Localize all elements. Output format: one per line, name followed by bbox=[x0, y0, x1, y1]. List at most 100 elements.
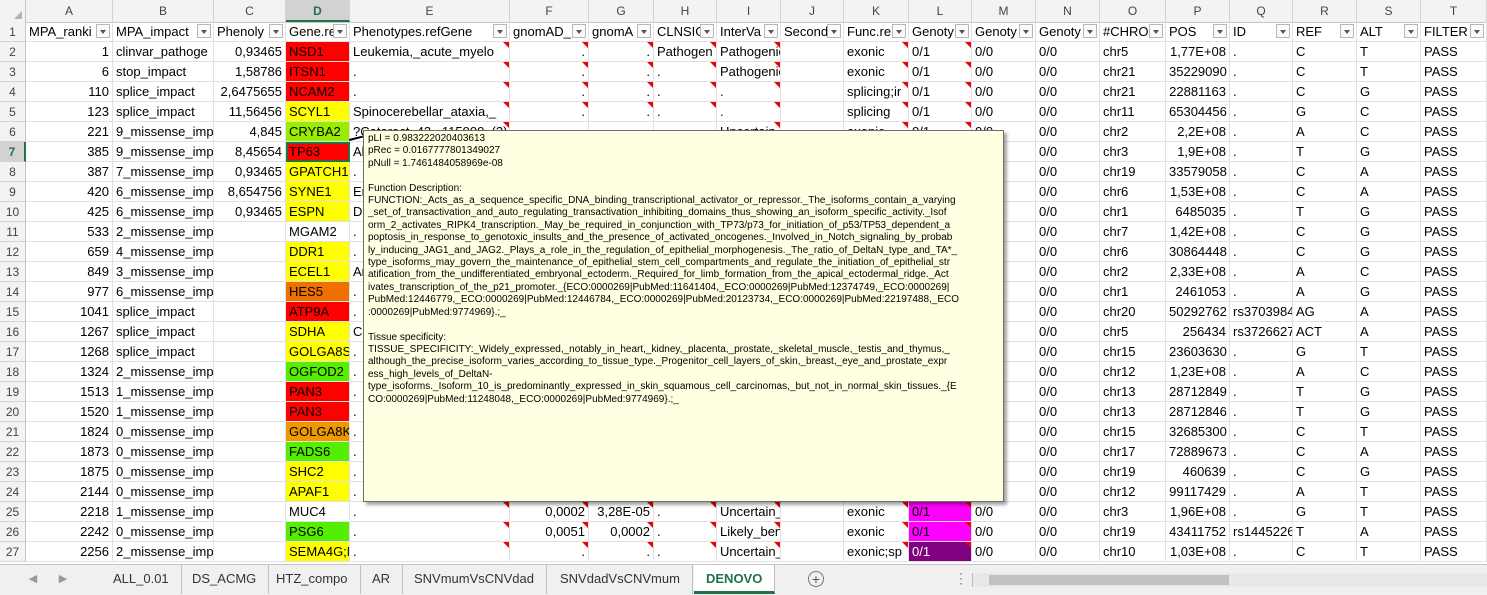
cell-b6[interactable]: 9_missense_imp bbox=[113, 122, 214, 142]
cell-n4[interactable]: 0/0 bbox=[1036, 82, 1100, 102]
cell-r11[interactable]: C bbox=[1293, 222, 1357, 242]
row-number-21[interactable]: 21 bbox=[0, 422, 26, 442]
cell-d7[interactable]: TP63 bbox=[286, 142, 350, 162]
cell-q19[interactable]: . bbox=[1230, 382, 1293, 402]
row-number-11[interactable]: 11 bbox=[0, 222, 26, 242]
cell-s19[interactable]: G bbox=[1357, 382, 1421, 402]
column-header-e[interactable]: E bbox=[350, 0, 510, 22]
cell-o26[interactable]: chr19 bbox=[1100, 522, 1166, 542]
cell-d22[interactable]: FADS6 bbox=[286, 442, 350, 462]
cell-a8[interactable]: 387 bbox=[26, 162, 113, 182]
sheet-tab-snvdadvscnvmum[interactable]: SNVdadVsCNVmum bbox=[548, 565, 693, 594]
cell-n27[interactable]: 0/0 bbox=[1036, 542, 1100, 562]
column-header-q[interactable]: Q bbox=[1230, 0, 1293, 22]
cell-o3[interactable]: chr21 bbox=[1100, 62, 1166, 82]
cell-r14[interactable]: A bbox=[1293, 282, 1357, 302]
cell-j2[interactable] bbox=[781, 42, 844, 62]
cell-p7[interactable]: 1,9E+08 bbox=[1166, 142, 1230, 162]
cell-p11[interactable]: 1,42E+08 bbox=[1166, 222, 1230, 242]
cell-n22[interactable]: 0/0 bbox=[1036, 442, 1100, 462]
cell-r8[interactable]: C bbox=[1293, 162, 1357, 182]
cell-e2[interactable]: Leukemia,_acute_myelo bbox=[350, 42, 510, 62]
cell-t9[interactable]: PASS bbox=[1421, 182, 1487, 202]
cell-g26[interactable]: 0,0002 bbox=[589, 522, 654, 542]
cell-s11[interactable]: G bbox=[1357, 222, 1421, 242]
cell-q11[interactable]: . bbox=[1230, 222, 1293, 242]
cell-b3[interactable]: stop_impact bbox=[113, 62, 214, 82]
cell-l27[interactable]: 0/1 bbox=[909, 542, 972, 562]
more-options-icon[interactable]: ⋮ bbox=[954, 570, 968, 587]
cell-d24[interactable]: APAF1 bbox=[286, 482, 350, 502]
cell-a27[interactable]: 2256 bbox=[26, 542, 113, 562]
cell-t11[interactable]: PASS bbox=[1421, 222, 1487, 242]
column-header-l[interactable]: L bbox=[909, 0, 972, 22]
cell-q22[interactable]: . bbox=[1230, 442, 1293, 462]
column-title-r[interactable]: REF bbox=[1293, 22, 1357, 42]
cell-d6[interactable]: CRYBA2 bbox=[286, 122, 350, 142]
cell-b14[interactable]: 6_missense_impact bbox=[113, 282, 214, 302]
cell-h2[interactable]: Pathogen bbox=[654, 42, 717, 62]
cell-r5[interactable]: G bbox=[1293, 102, 1357, 122]
cell-k27[interactable]: exonic;sp bbox=[844, 542, 909, 562]
cell-b8[interactable]: 7_missense_imp bbox=[113, 162, 214, 182]
cell-b9[interactable]: 6_missense_imp bbox=[113, 182, 214, 202]
cell-g2[interactable]: . bbox=[589, 42, 654, 62]
cell-a9[interactable]: 420 bbox=[26, 182, 113, 202]
cell-p5[interactable]: 65304456 bbox=[1166, 102, 1230, 122]
cell-d3[interactable]: ITSN1 bbox=[286, 62, 350, 82]
cell-q21[interactable]: . bbox=[1230, 422, 1293, 442]
row-number-12[interactable]: 12 bbox=[0, 242, 26, 262]
column-header-c[interactable]: C bbox=[214, 0, 286, 22]
cell-s9[interactable]: A bbox=[1357, 182, 1421, 202]
cell-p13[interactable]: 2,33E+08 bbox=[1166, 262, 1230, 282]
column-title-l[interactable]: Genoty bbox=[909, 22, 972, 42]
cell-q2[interactable]: . bbox=[1230, 42, 1293, 62]
cell-t16[interactable]: PASS bbox=[1421, 322, 1487, 342]
cell-d15[interactable]: ATP9A bbox=[286, 302, 350, 322]
cell-p2[interactable]: 1,77E+08 bbox=[1166, 42, 1230, 62]
cell-o13[interactable]: chr2 bbox=[1100, 262, 1166, 282]
cell-a14[interactable]: 977 bbox=[26, 282, 113, 302]
cell-o9[interactable]: chr6 bbox=[1100, 182, 1166, 202]
cell-b21[interactable]: 0_missense_impact bbox=[113, 422, 214, 442]
cell-c9[interactable]: 8,654756 bbox=[214, 182, 286, 202]
cell-c21[interactable] bbox=[214, 422, 286, 442]
cell-p17[interactable]: 23603630 bbox=[1166, 342, 1230, 362]
cell-r27[interactable]: C bbox=[1293, 542, 1357, 562]
filter-dropdown-icon[interactable] bbox=[1470, 24, 1484, 38]
cell-b4[interactable]: splice_impact bbox=[113, 82, 214, 102]
cell-d17[interactable]: GOLGA8S bbox=[286, 342, 350, 362]
cell-c19[interactable] bbox=[214, 382, 286, 402]
cell-c4[interactable]: 2,6475655 bbox=[214, 82, 286, 102]
cell-n25[interactable]: 0/0 bbox=[1036, 502, 1100, 522]
cell-h25[interactable]: . bbox=[654, 502, 717, 522]
cell-m3[interactable]: 0/0 bbox=[972, 62, 1036, 82]
column-header-j[interactable]: J bbox=[781, 0, 844, 22]
cell-s5[interactable]: C bbox=[1357, 102, 1421, 122]
cell-f27[interactable]: . bbox=[510, 542, 589, 562]
cell-n21[interactable]: 0/0 bbox=[1036, 422, 1100, 442]
cell-o17[interactable]: chr15 bbox=[1100, 342, 1166, 362]
row-number-18[interactable]: 18 bbox=[0, 362, 26, 382]
cell-e5[interactable]: Spinocerebellar_ataxia,_ bbox=[350, 102, 510, 122]
filter-dropdown-icon[interactable] bbox=[1149, 24, 1163, 38]
cell-h26[interactable]: . bbox=[654, 522, 717, 542]
cell-d19[interactable]: PAN3 bbox=[286, 382, 350, 402]
sheet-tab-snvmumvscnvdad[interactable]: SNVmumVsCNVdad bbox=[402, 565, 547, 594]
cell-d9[interactable]: SYNE1 bbox=[286, 182, 350, 202]
cell-n18[interactable]: 0/0 bbox=[1036, 362, 1100, 382]
cell-c22[interactable] bbox=[214, 442, 286, 462]
row-number-4[interactable]: 4 bbox=[0, 82, 26, 102]
cell-b27[interactable]: 2_missense_impact bbox=[113, 542, 214, 562]
column-title-d[interactable]: Gene.re bbox=[286, 22, 350, 42]
cell-a17[interactable]: 1268 bbox=[26, 342, 113, 362]
cell-l26[interactable]: 0/1 bbox=[909, 522, 972, 542]
column-title-t[interactable]: FILTER bbox=[1421, 22, 1487, 42]
cell-b13[interactable]: 3_missense_impact bbox=[113, 262, 214, 282]
row-number-27[interactable]: 27 bbox=[0, 542, 26, 562]
column-header-d[interactable]: D bbox=[286, 0, 350, 22]
cell-q17[interactable]: . bbox=[1230, 342, 1293, 362]
column-title-g[interactable]: gnomA bbox=[589, 22, 654, 42]
row-number-5[interactable]: 5 bbox=[0, 102, 26, 122]
cell-q9[interactable]: . bbox=[1230, 182, 1293, 202]
